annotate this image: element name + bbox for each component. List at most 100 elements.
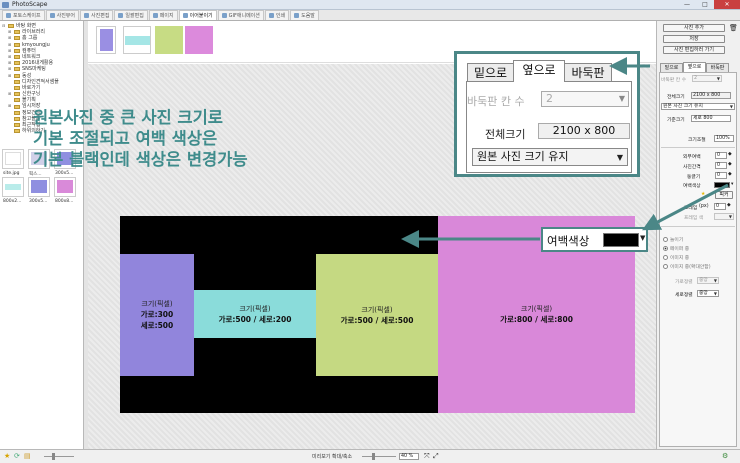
total-size-label: 전체크기 bbox=[667, 95, 685, 100]
tab-horizontal[interactable]: 옆으로 bbox=[683, 62, 706, 72]
strip-thumbnail[interactable] bbox=[123, 26, 151, 54]
folder-icon bbox=[14, 116, 20, 121]
settings-icon[interactable]: ⚙ bbox=[722, 452, 728, 460]
outer-margin-spin-icon[interactable]: ◆ bbox=[728, 152, 732, 157]
chevron-down-icon[interactable]: ▼ bbox=[640, 234, 645, 242]
scale-label: 크기조절 bbox=[688, 138, 706, 143]
add-photo-button[interactable]: 사진 추가 bbox=[663, 24, 725, 32]
star-icon: ★ bbox=[701, 192, 706, 197]
star-icon[interactable]: ★ bbox=[4, 452, 10, 460]
thumbnail-image bbox=[31, 180, 47, 193]
tab-batch[interactable]: 일괄편집 bbox=[114, 10, 148, 20]
margin-color-swatch[interactable] bbox=[714, 182, 730, 188]
tab-help[interactable]: 도움말 bbox=[290, 10, 319, 20]
halign-select[interactable]: 중앙 bbox=[697, 277, 719, 284]
chevron-down-icon: ▼ bbox=[618, 94, 625, 103]
image-1[interactable]: 크기(픽셀) 가로:300 세로:500 bbox=[120, 254, 194, 376]
image-3[interactable]: 크기(픽셀) 가로:500 / 세로:500 bbox=[316, 254, 438, 376]
frame-spin-icon[interactable]: ◆ bbox=[727, 203, 731, 208]
editor-icon bbox=[84, 13, 90, 18]
zoomed-tabs-callout: 밑으로 옆으로 바둑판 바둑판 칸 수 2 ▼ 전체크기 2100 x 800 원… bbox=[454, 51, 640, 177]
file-thumbnail[interactable]: 800x8... bbox=[54, 177, 76, 204]
picker-button[interactable]: 픽커 bbox=[715, 191, 733, 199]
maximize-button[interactable]: □ bbox=[696, 0, 714, 9]
title-bar: PhotoScape — □ ✕ bbox=[0, 0, 740, 10]
main-tab-bar: 포토스케이프 사진뷰어 사진편집 일괄편집 페이지 이어붙이기 GIF애니메이션… bbox=[0, 10, 740, 21]
thumbnail-size-slider[interactable] bbox=[44, 453, 74, 460]
total-size-value: 2100 x 800 bbox=[691, 92, 731, 99]
keep-size-select[interactable]: 원본 사진 크기 유지 bbox=[661, 103, 735, 110]
frame-color-select[interactable] bbox=[714, 213, 734, 220]
tab-photoscape[interactable]: 포토스케이프 bbox=[2, 10, 45, 20]
zoom-total-size-value: 2100 x 800 bbox=[538, 123, 630, 139]
tab-print[interactable]: 인쇄 bbox=[264, 10, 290, 20]
file-thumbnail[interactable]: site.jpg bbox=[2, 149, 24, 176]
edit-photo-button[interactable]: 사진 편집하러 가기 bbox=[663, 46, 725, 54]
close-button[interactable]: ✕ bbox=[714, 0, 740, 9]
zoom-grid-count-select[interactable]: 2 ▼ bbox=[541, 91, 629, 107]
image-2[interactable]: 크기(픽셀) 가로:500 / 세로:200 bbox=[194, 290, 316, 338]
outer-margin-input[interactable]: 0 bbox=[715, 152, 727, 159]
frame-color-label: 프레임 색 bbox=[684, 216, 704, 221]
scale-input[interactable]: 100% bbox=[714, 135, 734, 142]
tab-viewer[interactable]: 사진뷰어 bbox=[45, 10, 80, 20]
thumbnail-image bbox=[5, 152, 21, 165]
margin-color-label: 여백색상 bbox=[683, 184, 701, 189]
tab-combine[interactable]: 이어붙이기 bbox=[178, 10, 217, 20]
zoom-settings-panel: 바둑판 칸 수 2 ▼ 전체크기 2100 x 800 원본 사진 크기 유지 ▼ bbox=[466, 81, 632, 173]
margin-color-swatch-zoom[interactable] bbox=[603, 233, 639, 247]
zoom-fit-icon[interactable]: ⤧ bbox=[424, 452, 430, 461]
rotate-icon[interactable]: ⟳ bbox=[14, 452, 20, 460]
app-icon bbox=[2, 2, 9, 8]
folder-icon bbox=[14, 110, 20, 115]
margin-color-dropdown-icon[interactable]: ▾ bbox=[731, 182, 733, 187]
file-thumbnail[interactable]: 800x2... bbox=[2, 177, 24, 204]
radio-image[interactable]: 이미지 중 bbox=[663, 254, 689, 261]
frame-unit: (px) bbox=[699, 204, 709, 209]
zoom-tab-grid[interactable]: 바둑판 bbox=[564, 63, 612, 82]
zoom-percent[interactable]: 40 % bbox=[399, 453, 419, 460]
folder-open-icon[interactable]: ▤ bbox=[24, 452, 31, 460]
radio-image-no-zoom[interactable]: 이미지 중(확대안함) bbox=[663, 263, 711, 270]
photo-gap-spin-icon[interactable]: ◆ bbox=[728, 162, 732, 167]
delete-icon[interactable]: 🗑 bbox=[729, 24, 738, 32]
folder-icon bbox=[14, 123, 20, 128]
zoom-keep-size-select[interactable]: 원본 사진 크기 유지 ▼ bbox=[472, 148, 628, 166]
strip-thumbnail[interactable] bbox=[96, 26, 116, 54]
strip-thumbnail[interactable] bbox=[155, 26, 183, 54]
strip-thumbnail[interactable] bbox=[185, 26, 213, 54]
preview-zoom-slider[interactable] bbox=[362, 453, 396, 460]
save-button[interactable]: 저장 bbox=[663, 35, 725, 43]
print-icon bbox=[268, 13, 274, 18]
preview-zoom-label: 미리보기 확대/축소 bbox=[312, 454, 353, 460]
grid-count-select[interactable]: 2 bbox=[692, 75, 722, 82]
base-size-input[interactable]: 세로 800 bbox=[691, 115, 731, 122]
tab-gif[interactable]: GIF애니메이션 bbox=[217, 10, 264, 20]
folder-icon bbox=[14, 85, 20, 90]
radio-center[interactable]: 페이퍼 중 bbox=[663, 245, 689, 252]
photo-gap-input[interactable]: 0 bbox=[715, 162, 727, 169]
folder-icon bbox=[14, 36, 20, 41]
round-input[interactable]: 0 bbox=[715, 172, 727, 179]
radio-fill[interactable]: 늘이기 bbox=[663, 236, 683, 243]
halign-label: 가로정렬 bbox=[675, 280, 693, 285]
tab-vertical[interactable]: 밑으로 bbox=[660, 63, 683, 72]
zoom-tab-vertical[interactable]: 밑으로 bbox=[467, 63, 514, 82]
zoom-actual-icon[interactable]: ⤢ bbox=[433, 452, 439, 461]
frame-label: 프레임 bbox=[684, 206, 698, 211]
folder-icon bbox=[8, 24, 14, 29]
tab-editor[interactable]: 사진편집 bbox=[80, 10, 114, 20]
thumbnail-image bbox=[5, 184, 21, 190]
tab-page[interactable]: 페이지 bbox=[148, 10, 178, 20]
combine-icon bbox=[182, 13, 188, 18]
folder-icon bbox=[14, 61, 20, 66]
round-spin-icon[interactable]: ◆ bbox=[728, 172, 732, 177]
minimize-button[interactable]: — bbox=[678, 0, 696, 9]
round-label: 둥글기 bbox=[687, 175, 701, 180]
frame-input[interactable]: 0 bbox=[714, 203, 726, 210]
zoom-tab-horizontal[interactable]: 옆으로 bbox=[513, 60, 565, 82]
photo-gap-label: 사진간격 bbox=[683, 165, 701, 170]
tab-grid[interactable]: 바둑판 bbox=[706, 63, 729, 72]
file-thumbnail[interactable]: 300x5... bbox=[28, 177, 50, 204]
valign-select[interactable]: 중앙 bbox=[697, 290, 719, 297]
